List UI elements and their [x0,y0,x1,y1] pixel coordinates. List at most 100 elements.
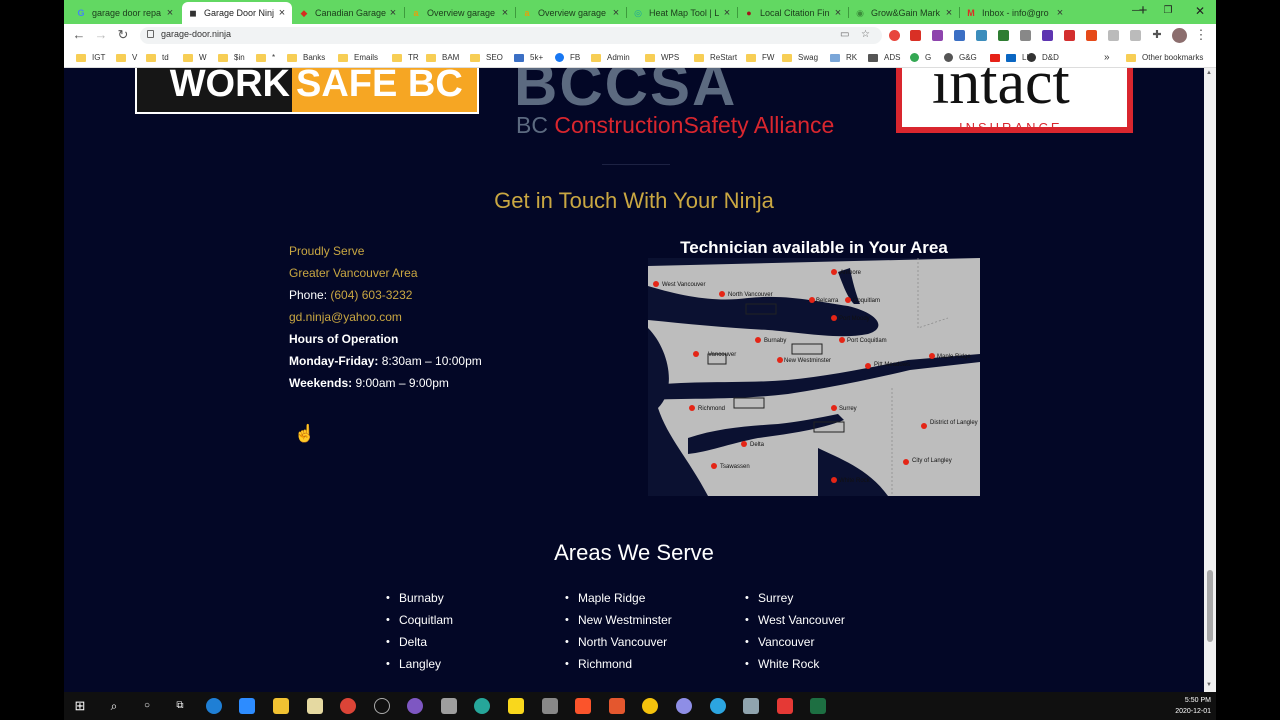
tab-bar: G garage door repa × ◼ Garage Door Ninj … [64,0,1216,24]
close-icon[interactable]: × [164,7,176,19]
extension-icon[interactable] [1042,30,1053,41]
close-icon[interactable]: × [943,7,955,19]
bookmark-folder[interactable]: V [116,51,137,64]
bookmark-link[interactable]: LI [990,51,1029,64]
minimize-button[interactable]: — [1127,2,1147,20]
clock[interactable]: 5:50 PM 2020-12-01 [1166,695,1211,717]
task-view-icon[interactable]: ⧉ [172,698,188,714]
tab-1-active[interactable]: ◼ Garage Door Ninj × [182,2,292,24]
app-icon[interactable] [777,698,793,714]
bookmark-folder[interactable]: $in [218,51,245,64]
close-icon[interactable]: × [610,7,622,19]
extension-icon[interactable] [998,30,1009,41]
bookmark-link[interactable]: RK [830,51,857,64]
bookmark-folder[interactable]: ReStart [694,51,737,64]
file-explorer-icon[interactable] [273,698,289,714]
forward-button[interactable]: → [92,26,110,44]
bookmark-folder[interactable]: 5k+ [514,51,543,64]
back-button[interactable]: ← [70,26,88,44]
page-scrollbar[interactable]: ▲ ▼ [1204,68,1216,692]
more-bookmarks-icon[interactable]: » [1104,51,1110,64]
brave-icon[interactable] [575,698,591,714]
bookmark-folder[interactable]: td [146,51,169,64]
windows-start-icon[interactable]: ⊞ [72,698,88,714]
app-icon[interactable] [642,698,658,714]
extension-icon[interactable] [1020,30,1031,41]
bookmark-star-icon[interactable]: ☆ [861,29,870,40]
bookmark-folder[interactable]: SEO [470,51,503,64]
app-icon[interactable] [374,698,390,714]
bookmark-link[interactable]: FB [555,51,580,64]
close-icon[interactable]: × [1054,7,1066,19]
close-icon[interactable]: × [276,7,288,19]
close-icon[interactable]: × [721,7,733,19]
extension-icon[interactable] [954,30,965,41]
excel-icon[interactable] [810,698,826,714]
gmail-extension-icon[interactable] [910,30,921,41]
app-icon[interactable] [542,698,558,714]
maps-extension-icon[interactable] [889,30,900,41]
bookmark-folder[interactable]: IGT [76,51,105,64]
scrollbar-thumb[interactable] [1207,570,1213,642]
scroll-down-arrow-icon[interactable]: ▼ [1206,682,1212,688]
bookmark-link[interactable]: G&G [944,51,977,64]
extension-icon[interactable] [1108,30,1119,41]
phone-link[interactable]: (604) 603-3232 [330,288,412,302]
close-icon[interactable]: × [832,7,844,19]
extension-icon[interactable] [932,30,943,41]
app-icon[interactable] [474,698,490,714]
bookmark-folder[interactable]: BAM [426,51,459,64]
bookmark-folder[interactable]: W [183,51,207,64]
close-icon[interactable]: × [499,7,511,19]
sticky-notes-icon[interactable] [508,698,524,714]
bookmark-folder[interactable]: TR [392,51,419,64]
restore-button[interactable]: ❐ [1158,2,1178,20]
tab-8[interactable]: M Inbox - info@gro × [960,3,1070,22]
cortana-icon[interactable]: ○ [139,698,155,714]
puzzle-extensions-icon[interactable]: ✚ [1148,26,1166,44]
bookmark-folder[interactable]: * [256,51,275,64]
tab-3[interactable]: a Overview garage × [405,3,515,22]
edge-icon[interactable] [206,698,222,714]
other-bookmarks[interactable]: Other bookmarks [1126,51,1203,64]
extension-icon[interactable] [976,30,987,41]
app-icon[interactable] [441,698,457,714]
app-icon[interactable] [407,698,423,714]
tab-title: Grow&Gain Mark [871,7,941,18]
bookmark-folder[interactable]: FW [746,51,774,64]
bookmark-folder[interactable]: Admin [591,51,630,64]
bookmark-link[interactable]: G [910,51,931,64]
tab-0[interactable]: G garage door repa × [70,3,180,22]
app-icon[interactable] [307,698,323,714]
cast-icon[interactable]: ▭ [840,29,849,40]
bookmark-folder[interactable]: WPS [645,51,679,64]
bookmark-folder[interactable]: Banks [287,51,325,64]
telegram-icon[interactable] [710,698,726,714]
close-window-button[interactable]: ✕ [1190,2,1210,20]
app-icon[interactable] [676,698,692,714]
tab-5[interactable]: ◎ Heat Map Tool | L × [627,3,737,22]
profile-avatar[interactable] [1172,28,1187,43]
menu-kebab-icon[interactable]: ⋮ [1192,26,1210,44]
bookmark-folder[interactable]: Swag [782,51,818,64]
tab-6[interactable]: ● Local Citation Fin × [738,3,848,22]
bookmark-folder[interactable]: Emails [338,51,378,64]
extension-icon[interactable] [1130,30,1141,41]
tab-2[interactable]: ◆ Canadian Garage × [293,3,403,22]
scroll-up-arrow-icon[interactable]: ▲ [1206,70,1212,76]
reload-button[interactable]: ↻ [114,26,132,44]
close-icon[interactable]: × [387,7,399,19]
tab-4[interactable]: a Overview garage × [516,3,626,22]
chrome-icon[interactable] [340,698,356,714]
email-link[interactable]: gd.ninja@yahoo.com [289,306,482,328]
tab-7[interactable]: ◉ Grow&Gain Mark × [849,3,959,22]
app-icon[interactable] [609,698,625,714]
address-bar[interactable]: garage-door.ninja ▭ ☆ [140,27,882,44]
app-icon[interactable] [743,698,759,714]
extension-icon[interactable] [1086,30,1097,41]
bookmark-link[interactable]: ADS [868,51,900,64]
extension-icon[interactable] [1064,30,1075,41]
search-icon[interactable]: ⌕ [106,698,122,714]
bookmark-link[interactable]: D&D [1027,51,1059,64]
zoom-icon[interactable] [239,698,255,714]
